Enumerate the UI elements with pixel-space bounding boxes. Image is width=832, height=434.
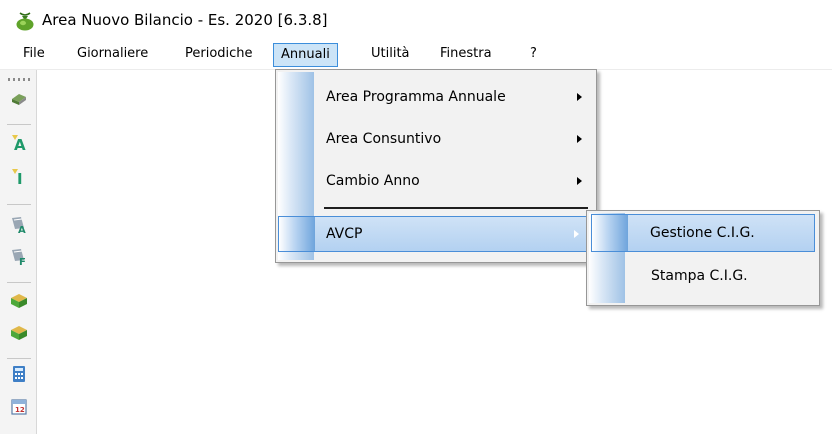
menu-file[interactable]: File bbox=[16, 44, 52, 64]
menu-item-stampa-cig[interactable]: Stampa C.I.G. bbox=[589, 259, 817, 293]
calendar-icon[interactable]: 12 bbox=[9, 396, 29, 416]
menu-item-label: Gestione C.I.G. bbox=[650, 225, 755, 241]
toolbar-separator bbox=[7, 124, 31, 125]
menu-item-avcp[interactable]: AVCP bbox=[278, 216, 592, 252]
toolbar-grip[interactable] bbox=[8, 78, 30, 81]
letter-i-icon[interactable]: I bbox=[9, 166, 29, 186]
menu-item-label: AVCP bbox=[326, 226, 363, 242]
menu-gutter-highlight bbox=[279, 217, 315, 251]
submenu-arrow-icon bbox=[577, 93, 582, 101]
svg-text:I: I bbox=[17, 170, 23, 186]
green-box-icon[interactable] bbox=[9, 290, 29, 310]
menu-item-gestione-cig[interactable]: Gestione C.I.G. bbox=[591, 214, 815, 252]
calculator-icon[interactable] bbox=[9, 364, 29, 384]
menu-item-area-programma-annuale[interactable]: Area Programma Annuale bbox=[278, 80, 594, 114]
menu-item-label: Stampa C.I.G. bbox=[651, 268, 748, 284]
letter-a-icon[interactable]: A bbox=[9, 132, 29, 152]
menu-help[interactable]: ? bbox=[523, 44, 544, 64]
menu-item-cambio-anno[interactable]: Cambio Anno bbox=[278, 164, 594, 198]
svg-text:A: A bbox=[14, 136, 26, 152]
menu-gutter-highlight bbox=[592, 215, 628, 251]
menu-item-label: Area Consuntivo bbox=[326, 131, 442, 147]
vertical-toolbar: A I A F 12 bbox=[0, 70, 37, 434]
menu-item-label: Cambio Anno bbox=[326, 173, 420, 189]
toolbar-separator bbox=[7, 204, 31, 205]
menu-finestra[interactable]: Finestra bbox=[433, 44, 499, 64]
menu-bar: File Giornaliere Periodiche Annuali Util… bbox=[0, 40, 832, 70]
menu-item-area-consuntivo[interactable]: Area Consuntivo bbox=[278, 122, 594, 156]
svg-text:F: F bbox=[19, 257, 26, 266]
menu-utilita[interactable]: Utilità bbox=[364, 44, 417, 64]
books-icon[interactable] bbox=[9, 88, 29, 108]
menu-giornaliere[interactable]: Giornaliere bbox=[70, 44, 155, 64]
toolbar-separator bbox=[7, 358, 31, 359]
submenu-arrow-icon bbox=[574, 230, 579, 238]
annuali-dropdown: Area Programma Annuale Area Consuntivo C… bbox=[275, 69, 597, 263]
document-a-icon[interactable]: A bbox=[9, 214, 29, 234]
svg-text:12: 12 bbox=[15, 406, 25, 414]
menu-separator bbox=[324, 207, 588, 209]
menu-periodiche[interactable]: Periodiche bbox=[178, 44, 260, 64]
title-bar: Area Nuovo Bilancio - Es. 2020 [6.3.8] bbox=[0, 0, 832, 40]
menu-annuali[interactable]: Annuali bbox=[273, 43, 338, 67]
window-title: Area Nuovo Bilancio - Es. 2020 [6.3.8] bbox=[42, 11, 328, 29]
svg-text:A: A bbox=[18, 225, 26, 234]
document-f-icon[interactable]: F bbox=[9, 246, 29, 266]
money-bag-icon bbox=[14, 11, 36, 31]
menu-item-label: Area Programma Annuale bbox=[326, 89, 506, 105]
submenu-arrow-icon bbox=[577, 135, 582, 143]
toolbar-separator bbox=[7, 282, 31, 283]
green-box-icon[interactable] bbox=[9, 322, 29, 342]
submenu-arrow-icon bbox=[577, 177, 582, 185]
avcp-submenu: Gestione C.I.G. Stampa C.I.G. bbox=[586, 210, 820, 306]
